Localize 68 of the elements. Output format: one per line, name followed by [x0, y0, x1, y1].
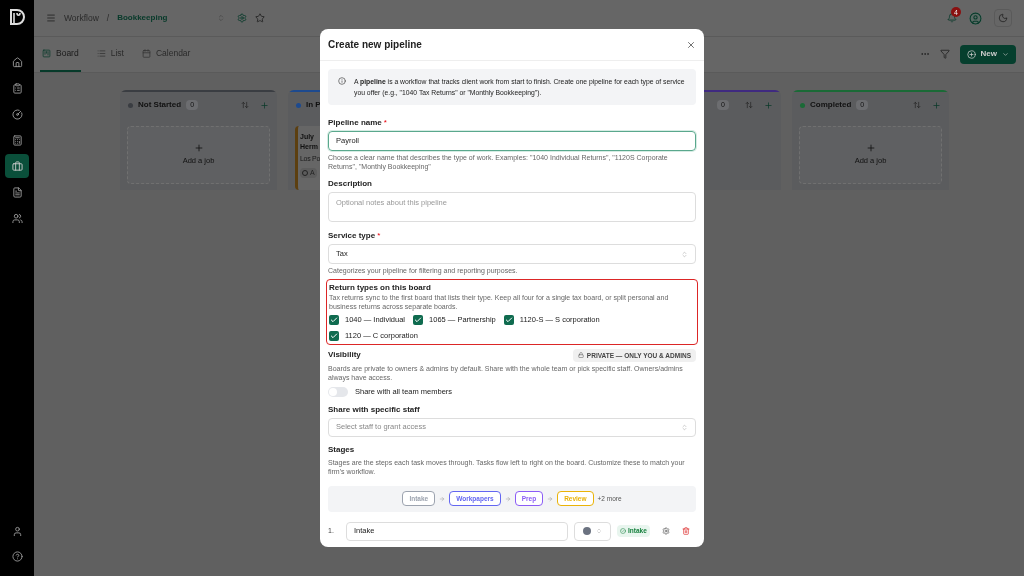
view-tab[interactable]: Board [40, 36, 81, 72]
settings-icon[interactable] [661, 527, 670, 535]
add-icon[interactable] [260, 100, 269, 110]
arrow-icon [439, 495, 446, 502]
filter-icon[interactable] [939, 49, 950, 59]
arrow-icon [504, 495, 511, 502]
document-icon [11, 186, 23, 198]
checkbox[interactable] [413, 314, 424, 325]
help-icon[interactable] [11, 551, 23, 562]
briefcase-icon [11, 160, 23, 172]
users-icon [11, 212, 23, 224]
sort-icon[interactable] [913, 101, 921, 109]
field-label: Service type [328, 230, 376, 242]
field-label: Description [328, 178, 372, 190]
required-mark: * [377, 230, 381, 242]
field-label: Pipeline name [328, 117, 382, 129]
section-title: Return types on this board [329, 282, 432, 294]
home-icon [11, 56, 23, 68]
plus-icon [193, 143, 204, 154]
close-icon[interactable] [686, 39, 696, 50]
clipboard-icon [11, 82, 23, 94]
gauge-icon [11, 108, 23, 120]
column-title: Not Started [138, 99, 182, 111]
sort-icon[interactable] [241, 101, 249, 109]
breadcrumb-current[interactable]: Bookkeeping [117, 12, 168, 24]
info-icon [338, 77, 346, 85]
check-circle-icon [620, 528, 626, 534]
section-title: Visibility [328, 349, 361, 362]
delete-icon[interactable] [681, 527, 690, 535]
theme-toggle[interactable] [994, 9, 1012, 27]
lock-icon [577, 352, 584, 359]
star-icon[interactable] [255, 13, 266, 23]
add-icon[interactable] [764, 100, 773, 110]
toggle-switch[interactable] [328, 386, 348, 397]
column-title: Completed [810, 99, 852, 111]
caret-icon [1002, 50, 1009, 58]
color-select[interactable] [574, 521, 611, 541]
notification-icon[interactable] [947, 13, 957, 23]
new-button[interactable]: New [959, 44, 1016, 64]
breadcrumb-separator: / [106, 11, 110, 25]
checkbox[interactable] [329, 330, 339, 341]
breadcrumb-link[interactable]: Workflow [64, 11, 99, 25]
section-title: Stages [328, 443, 356, 456]
kanban-icon [42, 48, 51, 58]
nav-item[interactable] [5, 154, 29, 178]
moon-icon [998, 13, 1008, 23]
menu-icon[interactable] [46, 13, 56, 23]
logo-icon [8, 8, 26, 26]
avatar-icon[interactable] [969, 11, 982, 25]
sort-icon[interactable] [745, 101, 753, 109]
list-icon [96, 48, 106, 58]
arrow-icon [547, 495, 554, 502]
calendar-icon [141, 48, 151, 58]
checkbox[interactable] [329, 314, 339, 325]
select-caret-icon [681, 250, 688, 258]
plus-circle-icon [966, 49, 976, 59]
select-caret-icon [596, 528, 602, 534]
calculator-icon [11, 134, 23, 146]
settings-icon[interactable] [237, 13, 248, 23]
column-title: In P [306, 99, 321, 111]
user-icon[interactable] [11, 526, 23, 537]
checkbox[interactable] [503, 314, 514, 325]
add-icon[interactable] [932, 100, 941, 110]
field-label: Share with specific staff [328, 403, 420, 416]
required-mark: * [383, 117, 387, 129]
select-caret-icon [681, 423, 688, 431]
plus-icon [865, 143, 876, 154]
dialog-title: Create new pipeline [328, 38, 422, 52]
